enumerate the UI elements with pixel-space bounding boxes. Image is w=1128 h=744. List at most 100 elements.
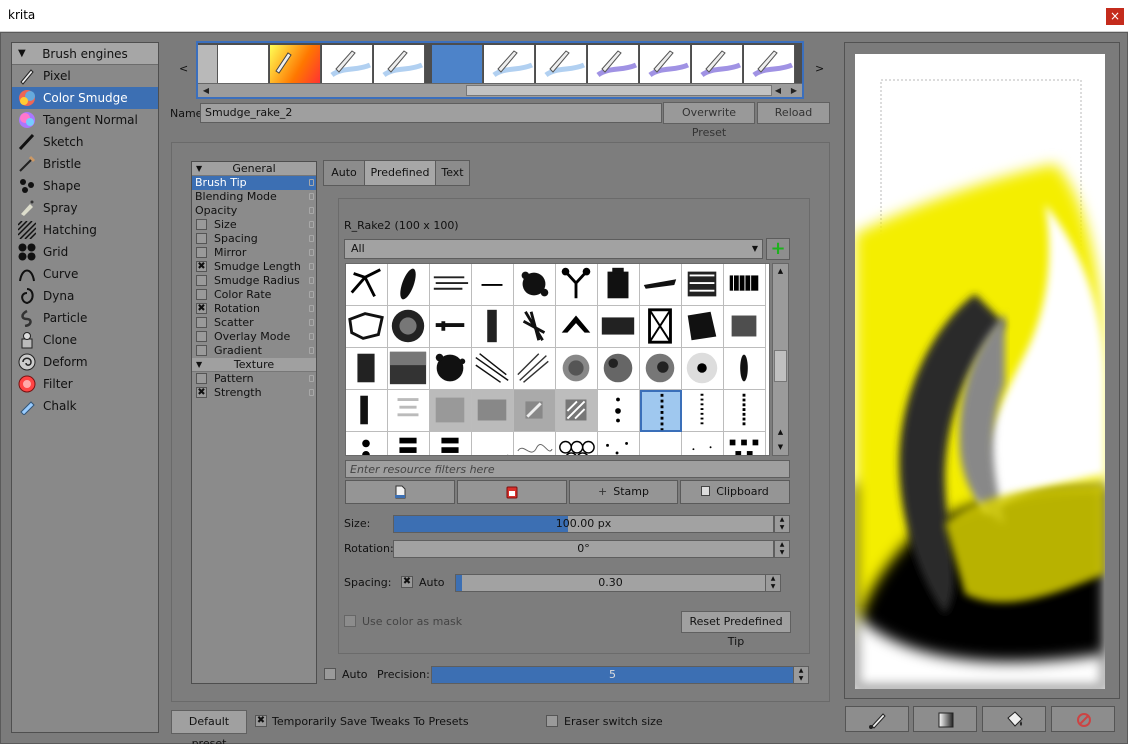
- fill-gradient-button[interactable]: [913, 706, 977, 732]
- clipboard-button[interactable]: Clipboard: [680, 480, 790, 504]
- brush-tip-cell[interactable]: [472, 390, 514, 432]
- fill-brush-button[interactable]: [845, 706, 909, 732]
- option-checkbox[interactable]: [196, 247, 207, 258]
- brush-tip-cell[interactable]: [724, 390, 766, 432]
- brush-tip-cell[interactable]: [724, 264, 766, 306]
- brush-tip-cell[interactable]: [640, 348, 682, 390]
- rotation-spinner[interactable]: ▲ ▼: [774, 540, 790, 558]
- lock-icon[interactable]: [309, 291, 314, 298]
- brush-tip-cell[interactable]: [430, 390, 472, 432]
- brush-engine-shape[interactable]: Shape: [12, 175, 158, 197]
- brush-tip-cell[interactable]: [346, 432, 388, 455]
- import-brush-button[interactable]: [345, 480, 455, 504]
- temp-save-checkbox[interactable]: ✖: [255, 715, 267, 727]
- brush-tip-cell[interactable]: [430, 264, 472, 306]
- add-tag-button[interactable]: +: [766, 238, 790, 260]
- preset-scroll-thumb[interactable]: [466, 85, 772, 96]
- reset-predefined-tip-button[interactable]: Reset Predefined Tip: [681, 611, 791, 648]
- option-smudge-length[interactable]: ✖ Smudge Length: [192, 260, 316, 274]
- preset-thumbnail[interactable]: [218, 45, 269, 83]
- option-checkbox[interactable]: ✖: [196, 303, 207, 314]
- lock-icon[interactable]: [309, 263, 314, 270]
- brush-engine-color-smudge[interactable]: Color Smudge: [12, 87, 158, 109]
- brush-tip-cell[interactable]: [598, 264, 640, 306]
- brush-tip-cell[interactable]: [430, 348, 472, 390]
- texture-section-header[interactable]: ▼ Texture: [192, 358, 316, 372]
- preset-thumbnail[interactable]: [484, 45, 535, 83]
- brush-engine-spray[interactable]: Spray: [12, 197, 158, 219]
- preset-thumbnail[interactable]: [744, 45, 795, 83]
- brush-tip-cell[interactable]: [682, 432, 724, 455]
- preset-prev-button[interactable]: <: [179, 62, 188, 75]
- preset-name-input[interactable]: Smudge_rake_2: [200, 103, 662, 123]
- brush-tip-cell[interactable]: [346, 348, 388, 390]
- brush-tip-cell[interactable]: [724, 348, 766, 390]
- brush-tip-cell[interactable]: [388, 264, 430, 306]
- option-checkbox[interactable]: ✖: [196, 261, 207, 272]
- overwrite-preset-button[interactable]: Overwrite Preset: [663, 102, 755, 139]
- brush-engine-dyna[interactable]: Dyna: [12, 285, 158, 307]
- clear-scratchpad-button[interactable]: [1051, 706, 1115, 732]
- lock-icon[interactable]: [309, 333, 314, 340]
- scratchpad-canvas[interactable]: [855, 54, 1105, 689]
- lock-icon[interactable]: [309, 389, 314, 396]
- option-checkbox[interactable]: ✖: [196, 387, 207, 398]
- option-pattern[interactable]: Pattern: [192, 372, 316, 386]
- brush-tip-cell[interactable]: [388, 306, 430, 348]
- eraser-switch-checkbox[interactable]: [546, 715, 558, 727]
- brush-tip-cell[interactable]: [388, 348, 430, 390]
- brush-tip-scroll-thumb[interactable]: [774, 350, 787, 382]
- brush-engine-sketch[interactable]: Sketch: [12, 131, 158, 153]
- brush-engine-hatching[interactable]: Hatching: [12, 219, 158, 241]
- default-preset-button[interactable]: Default preset: [171, 710, 247, 744]
- brush-engine-filter[interactable]: Filter: [12, 373, 158, 395]
- brush-engine-curve[interactable]: Curve: [12, 263, 158, 285]
- brush-engine-chalk[interactable]: Chalk: [12, 395, 158, 417]
- option-gradient[interactable]: Gradient: [192, 344, 316, 358]
- brush-tip-cell[interactable]: [682, 306, 724, 348]
- preset-thumbnail[interactable]: [692, 45, 743, 83]
- tab-predefined[interactable]: Predefined: [364, 160, 436, 186]
- lock-icon[interactable]: [309, 375, 314, 382]
- preset-thumbnail[interactable]: [198, 45, 218, 83]
- option-checkbox[interactable]: [196, 289, 207, 300]
- option-checkbox[interactable]: [196, 275, 207, 286]
- scroll-left-icon[interactable]: ◀: [772, 85, 784, 96]
- precision-spinner[interactable]: ▲ ▼: [793, 666, 809, 684]
- option-checkbox[interactable]: [196, 317, 207, 328]
- brush-tip-scrollbar[interactable]: ▲ ▲ ▼: [772, 263, 789, 456]
- brush-tip-cell[interactable]: [346, 306, 388, 348]
- lock-icon[interactable]: [309, 221, 314, 228]
- scroll-left-icon[interactable]: ◀: [200, 85, 212, 96]
- preset-scrollbar[interactable]: ◀ ◀ ▶: [198, 83, 802, 97]
- brush-tip-cell[interactable]: [514, 264, 556, 306]
- scroll-up-icon[interactable]: ▲: [774, 265, 787, 278]
- option-size[interactable]: Size: [192, 218, 316, 232]
- close-button[interactable]: ×: [1106, 8, 1124, 25]
- option-blending-mode[interactable]: Blending Mode: [192, 190, 316, 204]
- brush-engines-header[interactable]: ▼ Brush engines: [12, 43, 158, 65]
- scroll-down-icon[interactable]: ▼: [774, 441, 787, 454]
- scroll-right-icon[interactable]: ▶: [788, 85, 800, 96]
- spacing-slider[interactable]: 0.30: [455, 574, 766, 592]
- brush-tip-cell[interactable]: [514, 432, 556, 455]
- option-scatter[interactable]: Scatter: [192, 316, 316, 330]
- brush-tip-cell[interactable]: [598, 432, 640, 455]
- use-color-mask-checkbox[interactable]: [344, 615, 356, 627]
- lock-icon[interactable]: [309, 249, 314, 256]
- brush-tip-cell[interactable]: [514, 390, 556, 432]
- brush-tip-cell[interactable]: [682, 264, 724, 306]
- resource-filter-input[interactable]: Enter resource filters here: [345, 460, 790, 478]
- lock-icon[interactable]: [309, 193, 314, 200]
- option-smudge-radius[interactable]: Smudge Radius: [192, 274, 316, 288]
- brush-tip-cell[interactable]: [388, 432, 430, 455]
- option-overlay-mode[interactable]: Overlay Mode: [192, 330, 316, 344]
- option-brush-tip[interactable]: Brush Tip: [192, 176, 316, 190]
- brush-engine-bristle[interactable]: Bristle: [12, 153, 158, 175]
- option-color-rate[interactable]: Color Rate: [192, 288, 316, 302]
- brush-tip-cell[interactable]: [514, 348, 556, 390]
- tag-filter-combo[interactable]: All ▼: [344, 239, 763, 259]
- brush-tip-cell[interactable]: [556, 390, 598, 432]
- brush-engine-tangent-normal[interactable]: Tangent Normal: [12, 109, 158, 131]
- brush-tip-cell[interactable]: [724, 432, 766, 455]
